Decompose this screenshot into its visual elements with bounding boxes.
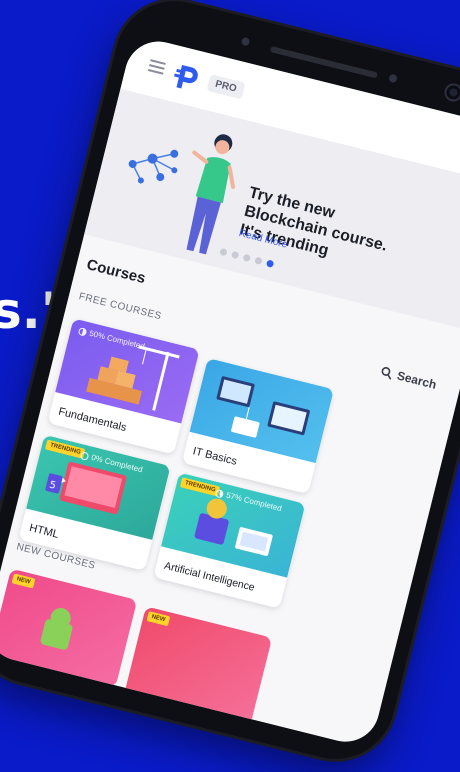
- pro-badge[interactable]: PRO: [206, 74, 246, 100]
- android-icon: [40, 608, 73, 650]
- hamburger-menu-icon[interactable]: [147, 59, 167, 75]
- course-card-title: HTML: [28, 522, 61, 541]
- phone-sensor: [388, 73, 398, 84]
- free-courses-label: FREE COURSES: [77, 291, 163, 323]
- phone-mockup: PRO Try the new Blockchain course. It's …: [0, 0, 460, 772]
- front-camera: [444, 83, 460, 101]
- app-screen: PRO Try the new Blockchain course. It's …: [0, 34, 460, 749]
- course-card-it-basics[interactable]: IT Basics: [181, 357, 335, 495]
- phone-sensor: [240, 36, 251, 47]
- phone-frame: PRO Try the new Blockchain course. It's …: [0, 0, 460, 772]
- course-card-art: [189, 357, 335, 464]
- new-course-card[interactable]: NEW: [124, 606, 273, 726]
- computers-icon: [216, 376, 310, 438]
- carousel-dots[interactable]: [219, 247, 275, 268]
- blockchain-network-icon: [128, 149, 179, 184]
- progress-pie-icon: [80, 451, 89, 460]
- course-card-art: 5: [26, 434, 171, 540]
- new-course-card[interactable]: NEW: [0, 568, 138, 688]
- course-card-title: Fundamentals: [57, 405, 128, 435]
- progress-pie-icon: [215, 489, 224, 498]
- carousel-dot[interactable]: [242, 253, 252, 263]
- course-card-title: IT Basics: [191, 445, 239, 468]
- new-tag: NEW: [146, 611, 171, 627]
- carousel-dot[interactable]: [254, 256, 263, 266]
- courses-title: Courses: [84, 256, 148, 288]
- html-code-icon: 5: [45, 462, 127, 515]
- course-card-fundamentals[interactable]: 50% Completed Fundamentals: [47, 318, 200, 455]
- course-card-artificial-intelligence[interactable]: TRENDING 57% Completed Artificial Intell…: [153, 472, 306, 609]
- search-label: Search: [395, 368, 438, 392]
- carousel-dot-active[interactable]: [265, 259, 275, 268]
- search-icon: [381, 367, 392, 380]
- search-button[interactable]: Search: [379, 364, 438, 392]
- carousel-dot[interactable]: [230, 250, 240, 260]
- progress-pie-icon: [78, 327, 87, 336]
- app-logo: [174, 64, 198, 89]
- carousel-dot[interactable]: [219, 247, 228, 257]
